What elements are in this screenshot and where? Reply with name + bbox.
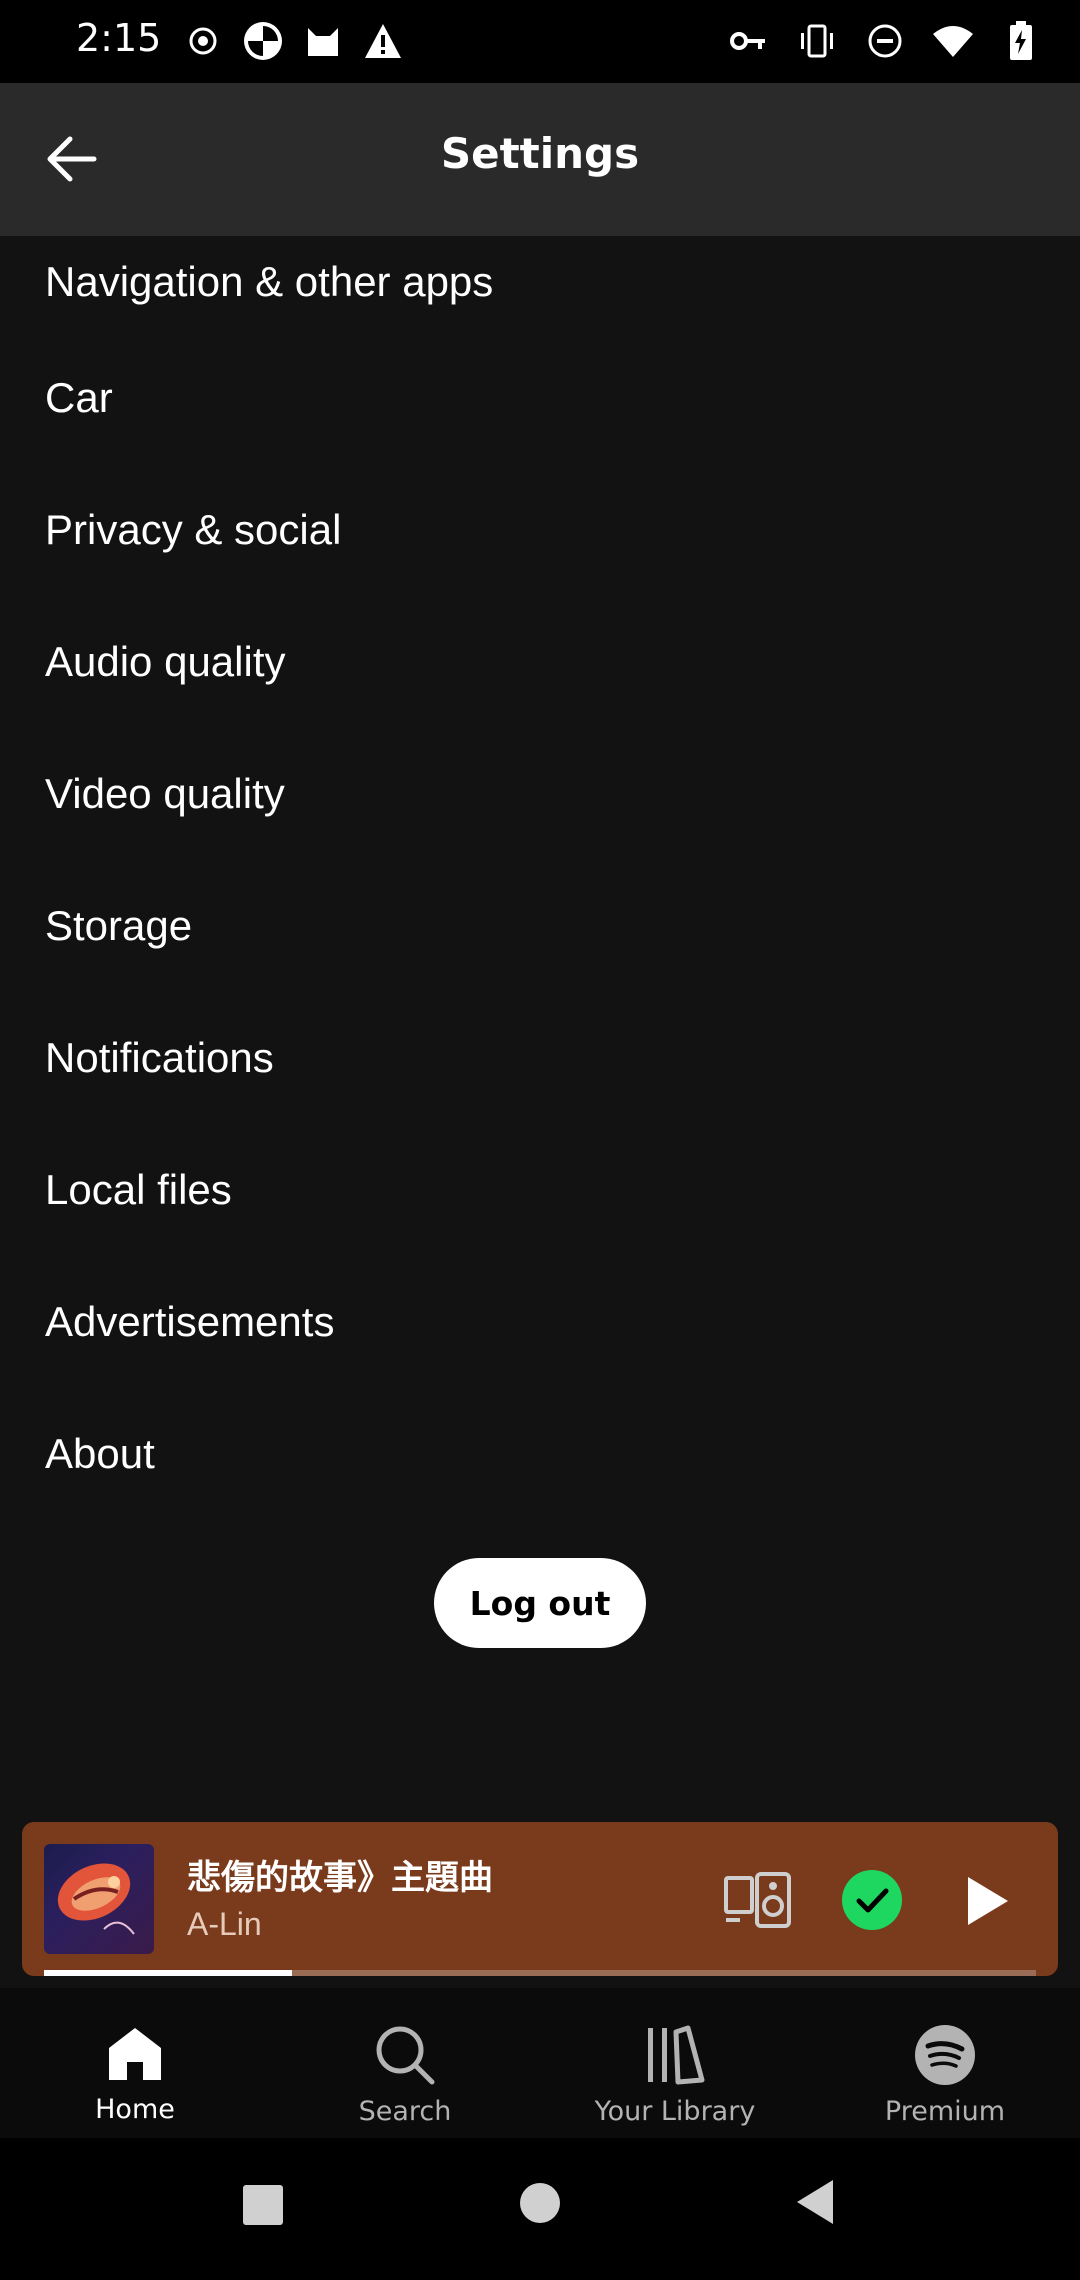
settings-item-navigation[interactable]: Navigation & other apps [0,236,1080,332]
logout-container: Log out [0,1558,1080,1648]
status-time: 2:15 [76,16,162,60]
play-icon [968,1877,1008,1925]
record-icon [182,20,224,62]
settings-item-video-quality[interactable]: Video quality [0,728,1080,860]
triangle-back-icon [797,2180,833,2224]
connect-device-icon [724,1872,791,1928]
playback-progress [44,1970,1036,1976]
nav-home[interactable]: Home [0,1988,270,2138]
page-title: Settings [440,129,640,178]
wifi-icon [932,20,974,62]
nav-library-label: Your Library [594,2096,756,2127]
nav-home-label: Home [95,2094,175,2125]
settings-item-car[interactable]: Car [0,332,1080,464]
spotify-icon [915,2025,975,2085]
liked-button[interactable] [840,1868,904,1932]
settings-item-local-files[interactable]: Local files [0,1124,1080,1256]
nav-premium-label: Premium [884,2096,1006,2127]
connect-device-button[interactable] [722,1864,794,1936]
liked-check-icon [842,1870,902,1930]
square-icon [243,2185,283,2225]
nav-premium[interactable]: Premium [810,1988,1080,2138]
search-icon [376,2026,435,2085]
nav-library[interactable]: Your Library [540,1988,810,2138]
bottom-nav: Home Search Your Library Premium [0,1988,1080,2138]
cat-app-icon [302,20,344,62]
settings-item-audio-quality[interactable]: Audio quality [0,596,1080,728]
album-art[interactable] [44,1844,154,1954]
home-icon [109,2028,161,2080]
nav-search-label: Search [358,2096,452,2127]
status-bar: 2:15 [0,0,1080,83]
do-not-disturb-icon [864,20,906,62]
vpn-key-icon [728,20,770,62]
app-bar: Settings [0,83,1080,236]
playback-progress-fill [44,1970,292,1976]
status-right-icons [728,20,1042,62]
pie-app-icon [242,20,284,62]
settings-item-privacy[interactable]: Privacy & social [0,464,1080,596]
warning-icon [362,20,404,62]
track-title: 悲傷的故事》主題曲 [187,1858,493,1898]
settings-list: Navigation & other apps Car Privacy & so… [0,236,1080,1520]
vibrate-icon [796,20,838,62]
play-button[interactable] [952,1866,1022,1936]
system-nav-bar [0,2138,1080,2280]
settings-item-storage[interactable]: Storage [0,860,1080,992]
now-playing-bar[interactable]: 悲傷的故事》主題曲 A-Lin [22,1822,1058,1976]
settings-item-about[interactable]: About [0,1388,1080,1520]
nav-search[interactable]: Search [270,1988,540,2138]
back-system-button[interactable] [795,2178,835,2230]
home-system-button[interactable] [519,2182,561,2228]
settings-item-advertisements[interactable]: Advertisements [0,1256,1080,1388]
settings-item-notifications[interactable]: Notifications [0,992,1080,1124]
circle-icon [520,2183,560,2223]
track-artist: A-Lin [187,1906,262,1942]
battery-charging-icon [1000,20,1042,62]
status-left-icons [182,20,404,62]
library-icon [648,2025,705,2085]
logout-button[interactable]: Log out [434,1558,646,1648]
recents-button[interactable] [242,2184,284,2230]
